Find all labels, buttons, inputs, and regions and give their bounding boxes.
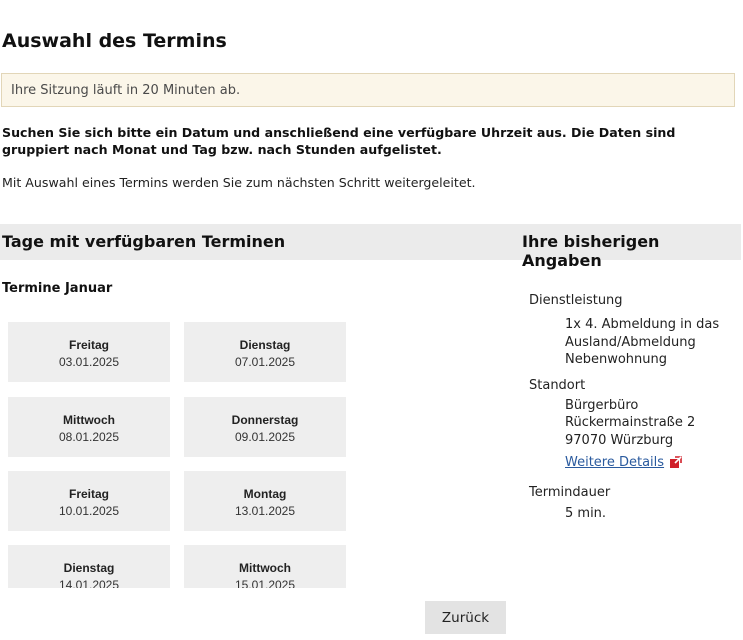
day-button[interactable]: Donnerstag 09.01.2025 [184, 397, 346, 457]
details-row: Weitere Details [565, 454, 739, 472]
instruction-text-bold: Suchen Sie sich bitte ein Datum und ansc… [2, 125, 676, 157]
day-weekday: Dienstag [63, 561, 115, 575]
day-button[interactable]: Dienstag 07.01.2025 [184, 322, 346, 382]
external-link-icon[interactable] [670, 456, 682, 468]
day-button[interactable]: Freitag 03.01.2025 [8, 322, 170, 382]
summary-heading: Ihre bisherigen Angaben [505, 224, 741, 270]
location-value: Bürgerbüro Rückermainstraße 2 97070 Würz… [529, 397, 739, 472]
day-date: 14.01.2025 [58, 578, 120, 588]
day-weekday: Mittwoch [63, 413, 115, 427]
service-line: 1x 4. Abmeldung in das [565, 317, 720, 332]
back-button[interactable]: Zurück [425, 601, 506, 634]
summary-panel: Dienstleistung 1x 4. Abmeldung in das Au… [529, 292, 739, 522]
day-weekday: Donnerstag [231, 413, 299, 427]
day-weekday: Dienstag [239, 338, 291, 352]
day-date: 13.01.2025 [234, 504, 296, 518]
day-list[interactable]: Freitag 03.01.2025 Dienstag 07.01.2025 M… [0, 300, 360, 588]
day-date: 10.01.2025 [58, 504, 120, 518]
page-title: Auswahl des Termins [2, 30, 227, 52]
location-line: Rückermainstraße 2 [565, 415, 696, 430]
day-weekday: Freitag [68, 487, 109, 501]
service-line: Ausland/Abmeldung [565, 334, 696, 350]
instruction-text: Mit Auswahl eines Termins werden Sie zum… [2, 175, 476, 190]
session-notice: Ihre Sitzung läuft in 20 Minuten ab. [1, 73, 735, 107]
day-button[interactable]: Montag 13.01.2025 [184, 471, 346, 531]
service-value: 1x 4. Abmeldung in das Ausland/Abmeldung… [529, 316, 739, 369]
month-label: Termine Januar [2, 281, 113, 296]
day-weekday: Montag [243, 487, 287, 501]
day-button[interactable]: Dienstag 14.01.2025 [8, 545, 170, 588]
service-label: Dienstleistung [529, 293, 623, 308]
day-button[interactable]: Mittwoch 15.01.2025 [184, 545, 346, 588]
details-link[interactable]: Weitere Details [565, 455, 664, 470]
day-button[interactable]: Freitag 10.01.2025 [8, 471, 170, 531]
duration-value: 5 min. [565, 505, 607, 521]
days-section-heading: Tage mit verfügbaren Terminen [0, 224, 505, 260]
duration-label: Termindauer [529, 484, 611, 500]
service-line: Nebenwohnung [565, 352, 668, 367]
day-date: 07.01.2025 [234, 355, 296, 369]
day-weekday: Freitag [68, 338, 109, 352]
day-weekday: Mittwoch [239, 561, 291, 575]
location-line: 97070 Würzburg [565, 432, 674, 448]
location-label: Standort [529, 377, 586, 393]
day-date: 03.01.2025 [58, 355, 120, 369]
day-date: 09.01.2025 [234, 430, 296, 444]
day-button[interactable]: Mittwoch 08.01.2025 [8, 397, 170, 457]
location-line: Bürgerbüro [565, 397, 639, 413]
day-date: 08.01.2025 [58, 430, 120, 444]
day-date: 15.01.2025 [234, 578, 296, 588]
